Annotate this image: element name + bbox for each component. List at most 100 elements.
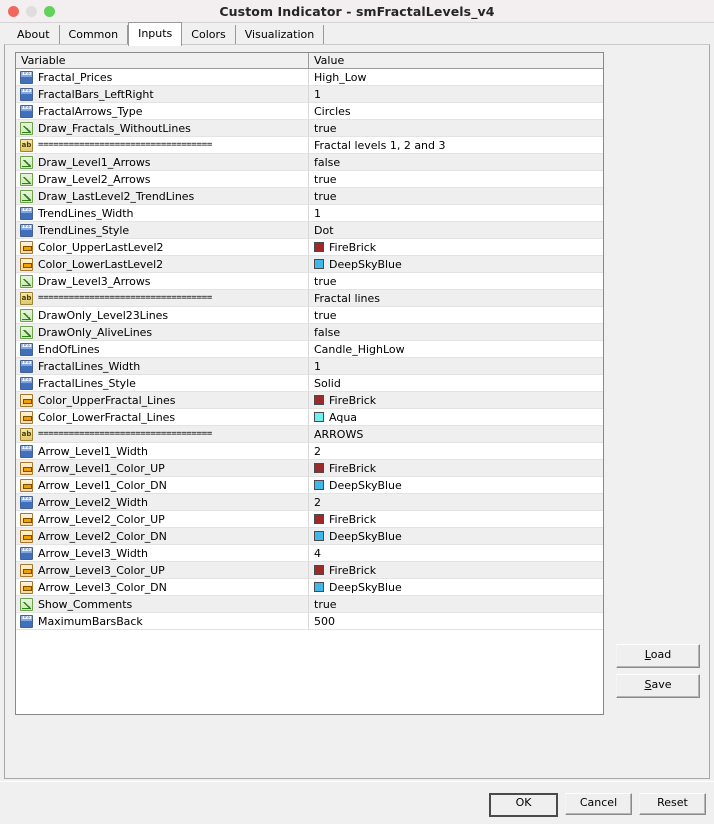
cell-variable[interactable]: MaximumBarsBack	[16, 613, 309, 629]
cell-value[interactable]: FireBrick	[309, 239, 603, 255]
cell-variable[interactable]: Draw_Level3_Arrows	[16, 273, 309, 289]
cell-variable[interactable]: Arrow_Level1_Color_DN	[16, 477, 309, 493]
table-row[interactable]: Arrow_Level3_Color_DN DeepSkyBlue	[16, 579, 603, 596]
cell-value[interactable]: FireBrick	[309, 511, 603, 527]
cell-variable[interactable]: TrendLines_Style	[16, 222, 309, 238]
cell-value[interactable]: 500	[309, 613, 603, 629]
table-row[interactable]: FractalArrows_Type Circles	[16, 103, 603, 120]
table-row[interactable]: Show_Comments true	[16, 596, 603, 613]
cell-value[interactable]: true	[309, 596, 603, 612]
table-row[interactable]: Color_UpperFractal_Lines FireBrick	[16, 392, 603, 409]
cell-value[interactable]: true	[309, 307, 603, 323]
column-header-value[interactable]: Value	[309, 53, 603, 68]
cell-variable[interactable]: Arrow_Level1_Color_UP	[16, 460, 309, 476]
cell-value[interactable]: Solid	[309, 375, 603, 391]
cell-value[interactable]: true	[309, 273, 603, 289]
load-button[interactable]: Load	[616, 644, 700, 668]
table-row[interactable]: Draw_Fractals_WithoutLines true	[16, 120, 603, 137]
cell-variable[interactable]: ==================================	[16, 137, 309, 153]
cell-variable[interactable]: Color_UpperLastLevel2	[16, 239, 309, 255]
table-row[interactable]: Arrow_Level3_Width 4	[16, 545, 603, 562]
table-row[interactable]: Draw_Level3_Arrows true	[16, 273, 603, 290]
cell-value[interactable]: DeepSkyBlue	[309, 579, 603, 595]
save-button[interactable]: Save	[616, 674, 700, 698]
cell-variable[interactable]: DrawOnly_AliveLines	[16, 324, 309, 340]
cell-variable[interactable]: ==================================	[16, 290, 309, 306]
cell-variable[interactable]: Fractal_Prices	[16, 69, 309, 85]
table-row[interactable]: Arrow_Level1_Color_UP FireBrick	[16, 460, 603, 477]
cell-value[interactable]: 1	[309, 205, 603, 221]
table-row[interactable]: Arrow_Level1_Width 2	[16, 443, 603, 460]
cell-variable[interactable]: Color_LowerLastLevel2	[16, 256, 309, 272]
cell-value[interactable]: FireBrick	[309, 392, 603, 408]
table-row[interactable]: Color_LowerLastLevel2 DeepSkyBlue	[16, 256, 603, 273]
cell-value[interactable]: High_Low	[309, 69, 603, 85]
table-row[interactable]: Draw_Level1_Arrows false	[16, 154, 603, 171]
cell-value[interactable]: true	[309, 188, 603, 204]
table-row[interactable]: Color_UpperLastLevel2 FireBrick	[16, 239, 603, 256]
table-row[interactable]: FractalBars_LeftRight 1	[16, 86, 603, 103]
cell-variable[interactable]: Arrow_Level3_Color_DN	[16, 579, 309, 595]
table-row[interactable]: Draw_LastLevel2_TrendLines true	[16, 188, 603, 205]
cell-value[interactable]: DeepSkyBlue	[309, 477, 603, 493]
cell-value[interactable]: FireBrick	[309, 562, 603, 578]
ok-button[interactable]: OK	[489, 793, 558, 817]
table-row[interactable]: Arrow_Level1_Color_DN DeepSkyBlue	[16, 477, 603, 494]
table-row[interactable]: EndOfLines Candle_HighLow	[16, 341, 603, 358]
cell-value[interactable]: false	[309, 324, 603, 340]
cell-variable[interactable]: Draw_Fractals_WithoutLines	[16, 120, 309, 136]
cell-variable[interactable]: Arrow_Level1_Width	[16, 443, 309, 459]
cell-value[interactable]: 4	[309, 545, 603, 561]
tab-inputs[interactable]: Inputs	[128, 22, 183, 46]
zoom-button[interactable]	[44, 6, 55, 17]
cell-value[interactable]: FireBrick	[309, 460, 603, 476]
cell-value[interactable]: DeepSkyBlue	[309, 528, 603, 544]
table-row[interactable]: ================================== Fracta…	[16, 290, 603, 307]
cell-variable[interactable]: Arrow_Level3_Color_UP	[16, 562, 309, 578]
cell-value[interactable]: Dot	[309, 222, 603, 238]
cell-value[interactable]: Fractal lines	[309, 290, 603, 306]
table-row[interactable]: FractalLines_Style Solid	[16, 375, 603, 392]
cell-value[interactable]: ARROWS	[309, 426, 603, 442]
cell-value[interactable]: true	[309, 120, 603, 136]
table-row[interactable]: FractalLines_Width 1	[16, 358, 603, 375]
cell-value[interactable]: 2	[309, 494, 603, 510]
cell-variable[interactable]: ==================================	[16, 426, 309, 442]
minimize-button[interactable]	[26, 6, 37, 17]
inputs-table[interactable]: Variable Value Fractal_PricesHigh_LowFra…	[15, 52, 604, 715]
column-header-variable[interactable]: Variable	[16, 53, 309, 68]
cell-value[interactable]: DeepSkyBlue	[309, 256, 603, 272]
tab-visualization[interactable]: Visualization	[235, 25, 325, 45]
window-controls[interactable]	[8, 6, 55, 17]
cell-value[interactable]: false	[309, 154, 603, 170]
cell-variable[interactable]: FractalLines_Style	[16, 375, 309, 391]
table-row[interactable]: Arrow_Level2_Color_DN DeepSkyBlue	[16, 528, 603, 545]
cell-variable[interactable]: Arrow_Level3_Width	[16, 545, 309, 561]
table-row[interactable]: Arrow_Level2_Width 2	[16, 494, 603, 511]
table-row[interactable]: DrawOnly_Level23Lines true	[16, 307, 603, 324]
table-row[interactable]: ================================== ARROWS	[16, 426, 603, 443]
cell-variable[interactable]: Color_UpperFractal_Lines	[16, 392, 309, 408]
reset-button[interactable]: Reset	[639, 793, 706, 815]
cell-variable[interactable]: Draw_LastLevel2_TrendLines	[16, 188, 309, 204]
cell-value[interactable]: 1	[309, 358, 603, 374]
cell-variable[interactable]: Draw_Level2_Arrows	[16, 171, 309, 187]
table-row[interactable]: TrendLines_Style Dot	[16, 222, 603, 239]
cell-value[interactable]: Circles	[309, 103, 603, 119]
cancel-button[interactable]: Cancel	[565, 793, 632, 815]
table-row[interactable]: MaximumBarsBack 500	[16, 613, 603, 630]
cell-value[interactable]: Fractal levels 1, 2 and 3	[309, 137, 603, 153]
cell-variable[interactable]: Arrow_Level2_Color_UP	[16, 511, 309, 527]
cell-variable[interactable]: Color_LowerFractal_Lines	[16, 409, 309, 425]
close-button[interactable]	[8, 6, 19, 17]
tab-about[interactable]: About	[8, 25, 60, 45]
cell-variable[interactable]: Arrow_Level2_Color_DN	[16, 528, 309, 544]
cell-value[interactable]: 1	[309, 86, 603, 102]
cell-variable[interactable]: Arrow_Level2_Width	[16, 494, 309, 510]
cell-value[interactable]: Candle_HighLow	[309, 341, 603, 357]
table-row[interactable]: TrendLines_Width 1	[16, 205, 603, 222]
tab-common[interactable]: Common	[59, 25, 129, 45]
table-row[interactable]: ================================== Fracta…	[16, 137, 603, 154]
tab-colors[interactable]: Colors	[182, 25, 236, 45]
cell-variable[interactable]: DrawOnly_Level23Lines	[16, 307, 309, 323]
